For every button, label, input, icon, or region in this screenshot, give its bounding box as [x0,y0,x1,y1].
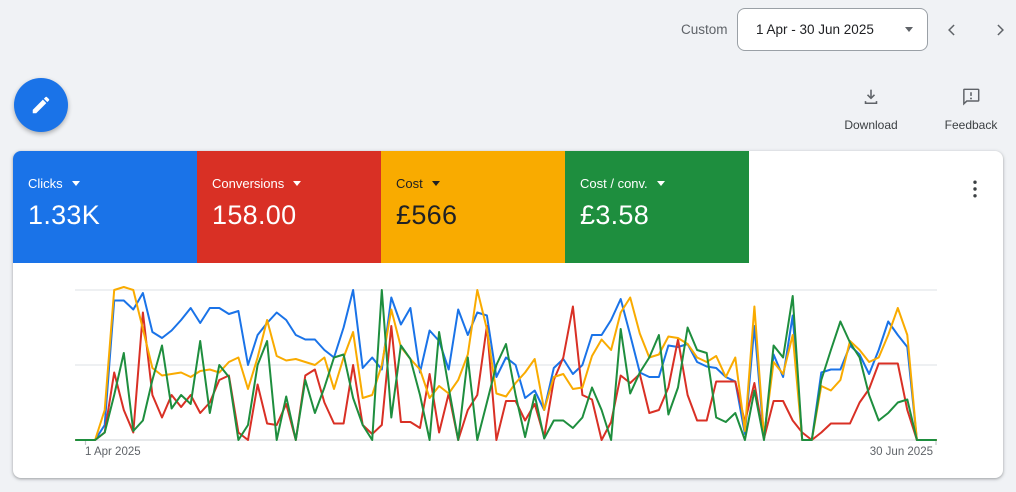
metric-tiles: Clicks 1.33K Conversions 158.00 Cost £56… [13,151,749,263]
metric-tile-cost[interactable]: Cost £566 [381,151,565,263]
metric-label: Conversions [212,176,285,191]
chart-card: Clicks 1.33K Conversions 158.00 Cost £56… [13,151,1003,478]
metric-tile-cost-per-conv[interactable]: Cost / conv. £3.58 [565,151,749,263]
next-period-button[interactable] [982,12,1016,48]
download-icon [864,89,878,105]
metric-dropdown-caret-icon [656,181,665,186]
metric-tile-clicks[interactable]: Clicks 1.33K [13,151,197,263]
metric-label: Cost / conv. [580,176,648,191]
date-preset-label: Custom [681,22,728,37]
download-button[interactable]: Download [835,86,907,132]
metric-value: 158.00 [212,200,297,230]
dropdown-caret-icon [905,27,913,32]
chevron-right-icon [997,24,1004,36]
google-ads-dashboard: Custom 1 Apr - 30 Jun 2025 Download Feed… [0,0,1016,492]
feedback-icon [963,88,980,106]
date-range-value: 1 Apr - 30 Jun 2025 [756,22,874,37]
x-axis-start-label: 1 Apr 2025 [85,446,141,458]
metric-dropdown-caret-icon [71,181,80,186]
previous-period-button[interactable] [934,12,970,48]
timeseries-chart [75,286,937,445]
metric-value: 1.33K [28,200,101,230]
metric-value: £566 [396,200,458,230]
x-axis-end-label: 30 Jun 2025 [869,446,933,458]
metric-label: Clicks [28,176,63,191]
metric-tile-conversions[interactable]: Conversions 158.00 [197,151,381,263]
metric-dropdown-caret-icon [431,181,440,186]
card-overflow-menu-button[interactable] [957,171,993,207]
date-range-button[interactable]: 1 Apr - 30 Jun 2025 [737,8,928,51]
feedback-button[interactable]: Feedback [935,86,1007,132]
metric-label: Cost [396,176,423,191]
metric-dropdown-caret-icon [293,181,302,186]
download-label: Download [844,118,898,132]
pencil-icon [32,96,50,114]
kebab-menu-icon [973,180,977,198]
feedback-label: Feedback [944,118,998,132]
series-line-cost [75,286,937,441]
chevron-left-icon [948,24,955,36]
metric-value: £3.58 [580,200,650,230]
edit-fab-button[interactable] [14,78,68,132]
